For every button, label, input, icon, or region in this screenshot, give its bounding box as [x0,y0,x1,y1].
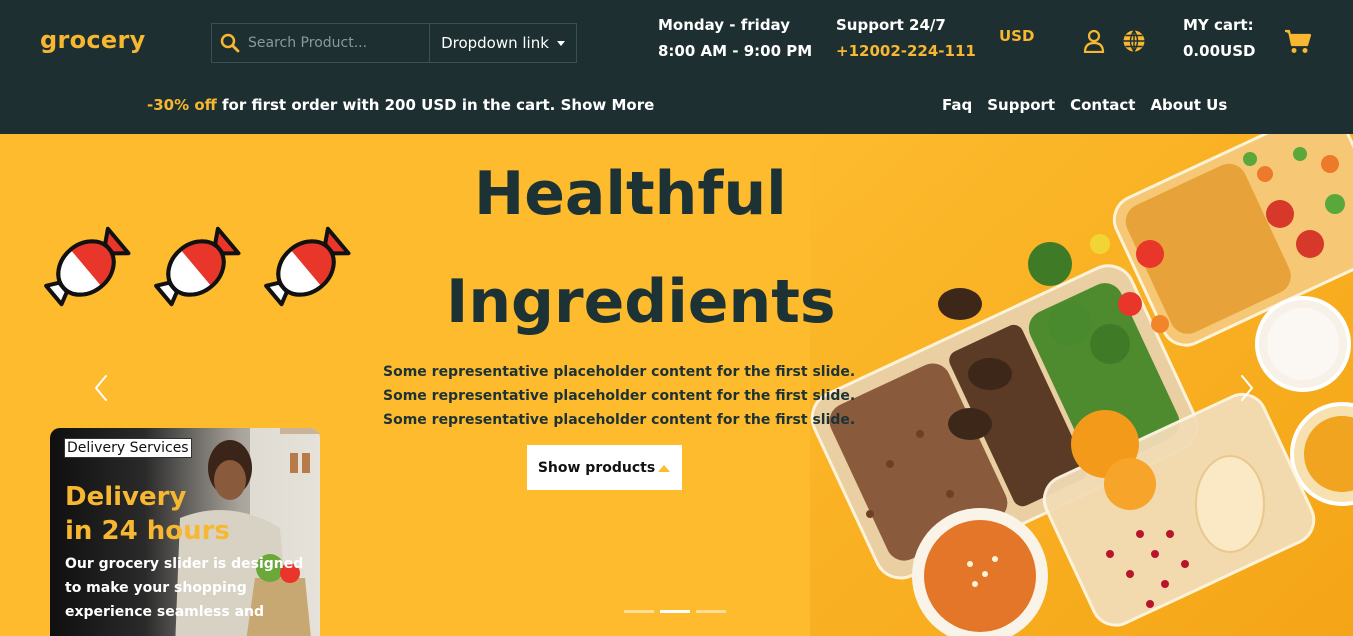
show-products-button[interactable]: Show products [527,445,682,490]
user-icon[interactable] [1083,29,1105,57]
hero-carousel: Healthful Ingredients Some representativ… [0,134,1353,636]
candy-icon [150,222,242,318]
cart-icon[interactable] [1284,29,1312,59]
currency-selector[interactable]: USD [999,27,1034,45]
support-title: Support 24/7 [836,16,946,34]
candy-icon [40,222,132,318]
search-box [211,23,430,63]
dropdown-link[interactable]: Dropdown link [429,23,577,63]
search-input[interactable] [248,35,423,51]
top-nav: Faq Support Contact About Us [942,96,1227,114]
hours-time: 8:00 AM - 9:00 PM [658,42,813,60]
chevron-right-icon[interactable] [1238,374,1256,406]
search-icon[interactable] [212,24,248,62]
delivery-title-line2: in 24 hours [65,516,230,546]
promo-discount: -30% off [147,96,217,114]
logo[interactable]: grocery [40,26,146,54]
promo-banner[interactable]: -30% off for first order with 200 USD in… [147,96,654,114]
chevron-left-icon[interactable] [92,374,110,406]
hero-title-line1: Healthful [474,159,787,229]
opening-hours: Monday - friday 8:00 AM - 9:00 PM [658,12,812,64]
site-header: grocery Dropdown link Monday - friday 8:… [0,0,1353,134]
nav-contact[interactable]: Contact [1070,96,1135,114]
delivery-card[interactable]: Delivery Services Delivery in 24 hours O… [50,428,320,636]
show-products-label: Show products [537,459,656,476]
hero-description-line: Some representative placeholder content … [383,364,856,380]
candy-icon [260,222,352,318]
support-phone[interactable]: +12002-224-111 [836,38,976,64]
nav-support[interactable]: Support [987,96,1055,114]
delivery-text: Our grocery slider is designed to make y… [65,556,304,620]
caret-down-icon [556,40,565,46]
hero-description: Some representative placeholder content … [383,360,855,432]
cart-summary[interactable]: MY cart: 0.00USD [1183,12,1255,64]
dropdown-label: Dropdown link [441,34,549,52]
hours-days: Monday - friday [658,16,790,34]
hero-food-image [810,134,1353,636]
carousel-indicator[interactable] [696,610,726,613]
carousel-indicator-active[interactable] [660,610,690,613]
delivery-title: Delivery in 24 hours [65,480,230,548]
cart-total: 0.00USD [1183,42,1256,60]
nav-faq[interactable]: Faq [942,96,972,114]
hero-description-line: Some representative placeholder content … [383,412,856,428]
globe-icon[interactable] [1122,29,1146,57]
hero-title-line2: Ingredients [446,267,836,337]
support-info: Support 24/7 +12002-224-111 [836,12,976,64]
carousel-indicators [624,610,726,613]
carousel-indicator[interactable] [624,610,654,613]
promo-text: for first order with 200 USD in the cart… [216,96,655,114]
caret-up-icon [658,464,671,472]
nav-about-us[interactable]: About Us [1150,96,1227,114]
cart-label: MY cart: [1183,16,1254,34]
hero-description-line: Some representative placeholder content … [383,388,856,404]
delivery-title-line1: Delivery [65,482,187,512]
delivery-badge: Delivery Services [64,438,192,458]
